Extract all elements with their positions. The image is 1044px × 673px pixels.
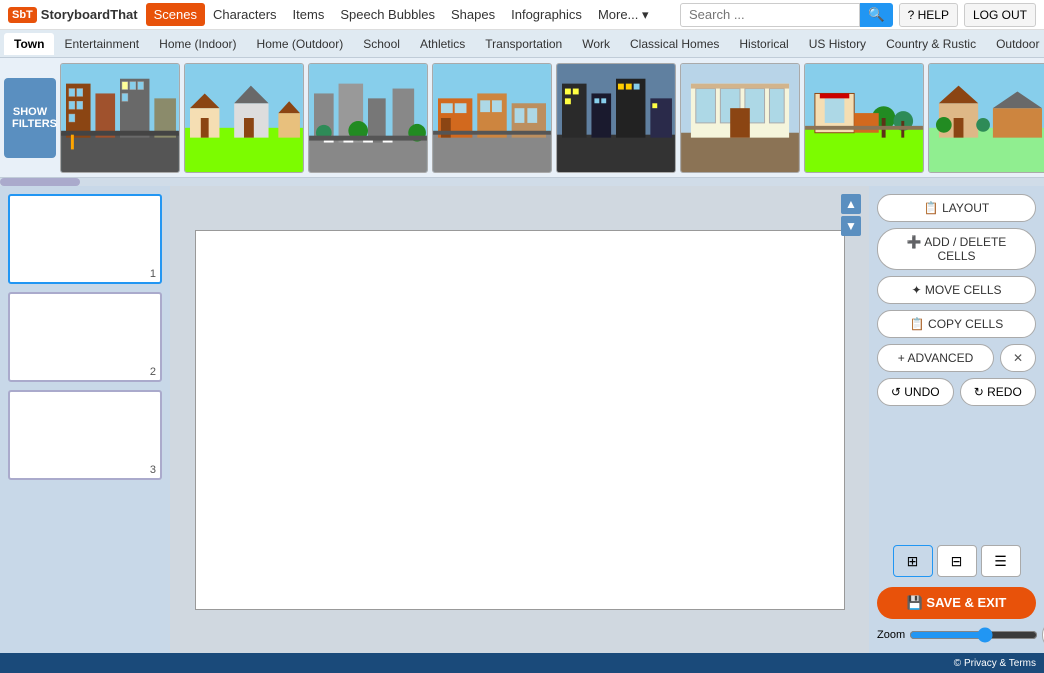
cat-tab-country-rustic[interactable]: Country & Rustic [876, 33, 986, 55]
cat-tab-home-outdoor[interactable]: Home (Outdoor) [247, 33, 354, 55]
footer-text: © Privacy & Terms [954, 658, 1036, 669]
zoom-row: Zoom ✕ [877, 625, 1036, 645]
page-num-2: 2 [150, 366, 156, 378]
storyboard-canvas[interactable] [195, 230, 845, 610]
cat-tab-school[interactable]: School [353, 33, 410, 55]
up-down-buttons: ▲ ▼ [841, 194, 861, 236]
nav-speech-bubbles[interactable]: Speech Bubbles [332, 3, 443, 26]
page-num-3: 3 [150, 464, 156, 476]
undo-button[interactable]: ↺ UNDO [877, 378, 954, 406]
page-thumb-1[interactable]: 1 [8, 194, 162, 284]
search-input[interactable] [680, 3, 860, 27]
top-navigation-bar: SbT StoryboardThat Scenes Characters Ite… [0, 0, 1044, 30]
logo-text: StoryboardThat [41, 7, 138, 22]
search-button[interactable]: 🔍 [860, 3, 893, 27]
move-cells-button[interactable]: ✦ MOVE CELLS [877, 276, 1036, 304]
undo-redo-row: ↺ UNDO ↻ REDO [877, 378, 1036, 406]
nav-scenes[interactable]: Scenes [146, 3, 205, 26]
scene-thumb-5[interactable] [556, 63, 676, 173]
zoom-slider[interactable] [909, 627, 1038, 643]
down-button[interactable]: ▼ [841, 216, 861, 236]
layout-button[interactable]: 📋 LAYOUT [877, 194, 1036, 222]
left-panel: 1 2 3 [0, 186, 170, 653]
zoom-label: Zoom [877, 629, 905, 641]
logout-button[interactable]: LOG OUT [964, 3, 1036, 27]
main-layout: 1 2 3 ▲ ▼ 📋 LAYOUT ➕ ADD / DELETE CELLS … [0, 186, 1044, 653]
page-thumb-3[interactable]: 3 [8, 390, 162, 480]
cat-tab-outdoor[interactable]: Outdoor [986, 33, 1044, 55]
nav-infographics[interactable]: Infographics [503, 3, 590, 26]
cat-tab-town[interactable]: Town [4, 33, 54, 55]
scenes-strip: SHOW FILTERS [0, 58, 1044, 178]
logo-icon: SbT [8, 7, 37, 23]
layout-buttons: ⊞ ⊟ ☰ [877, 545, 1036, 577]
save-exit-button[interactable]: 💾 SAVE & EXIT [877, 587, 1036, 619]
layout-two-col-button[interactable]: ⊟ [937, 545, 977, 577]
cat-tab-us-history[interactable]: US History [799, 33, 876, 55]
add-delete-cells-button[interactable]: ➕ ADD / DELETE CELLS [877, 228, 1036, 270]
advanced-button[interactable]: + ADVANCED [877, 344, 994, 372]
layout-list-button[interactable]: ☰ [981, 545, 1021, 577]
nav-characters[interactable]: Characters [205, 3, 285, 26]
scene-thumb-8[interactable] [928, 63, 1044, 173]
advanced-row: + ADVANCED ✕ [877, 344, 1036, 372]
cat-tab-transportation[interactable]: Transportation [475, 33, 572, 55]
nav-more[interactable]: More... ▾ [590, 3, 657, 27]
logo: SbT StoryboardThat [8, 7, 138, 23]
nav-items[interactable]: Items [285, 3, 333, 26]
right-panel: 📋 LAYOUT ➕ ADD / DELETE CELLS ✦ MOVE CEL… [869, 186, 1044, 653]
layout-grid-button[interactable]: ⊞ [893, 545, 933, 577]
up-button[interactable]: ▲ [841, 194, 861, 214]
cat-tab-athletics[interactable]: Athletics [410, 33, 475, 55]
scene-thumb-1[interactable] [60, 63, 180, 173]
cat-tab-historical[interactable]: Historical [729, 33, 798, 55]
page-num-1: 1 [150, 268, 156, 280]
copy-cells-button[interactable]: 📋 COPY CELLS [877, 310, 1036, 338]
scene-thumb-7[interactable] [804, 63, 924, 173]
help-button[interactable]: ? HELP [899, 3, 958, 27]
nav-shapes[interactable]: Shapes [443, 3, 503, 26]
page-thumb-2[interactable]: 2 [8, 292, 162, 382]
scene-thumb-6[interactable] [680, 63, 800, 173]
search-area: 🔍 ? HELP LOG OUT [680, 3, 1036, 27]
scene-thumb-4[interactable] [432, 63, 552, 173]
cat-tab-entertainment[interactable]: Entertainment [54, 33, 149, 55]
cat-tab-home-indoor[interactable]: Home (Indoor) [149, 33, 246, 55]
category-tabs: Town Entertainment Home (Indoor) Home (O… [0, 30, 1044, 58]
show-filters-button[interactable]: SHOW FILTERS [4, 78, 56, 158]
bottom-bar: © Privacy & Terms [0, 653, 1044, 673]
scenes-scrollbar-thumb[interactable] [0, 178, 80, 186]
scene-thumb-3[interactable] [308, 63, 428, 173]
canvas-area: ▲ ▼ [170, 186, 869, 653]
redo-button[interactable]: ↻ REDO [960, 378, 1037, 406]
cat-tab-classical-homes[interactable]: Classical Homes [620, 33, 729, 55]
scene-thumb-2[interactable] [184, 63, 304, 173]
scenes-scrollbar[interactable] [0, 178, 1044, 186]
cat-tab-work[interactable]: Work [572, 33, 620, 55]
x-button[interactable]: ✕ [1000, 344, 1036, 372]
